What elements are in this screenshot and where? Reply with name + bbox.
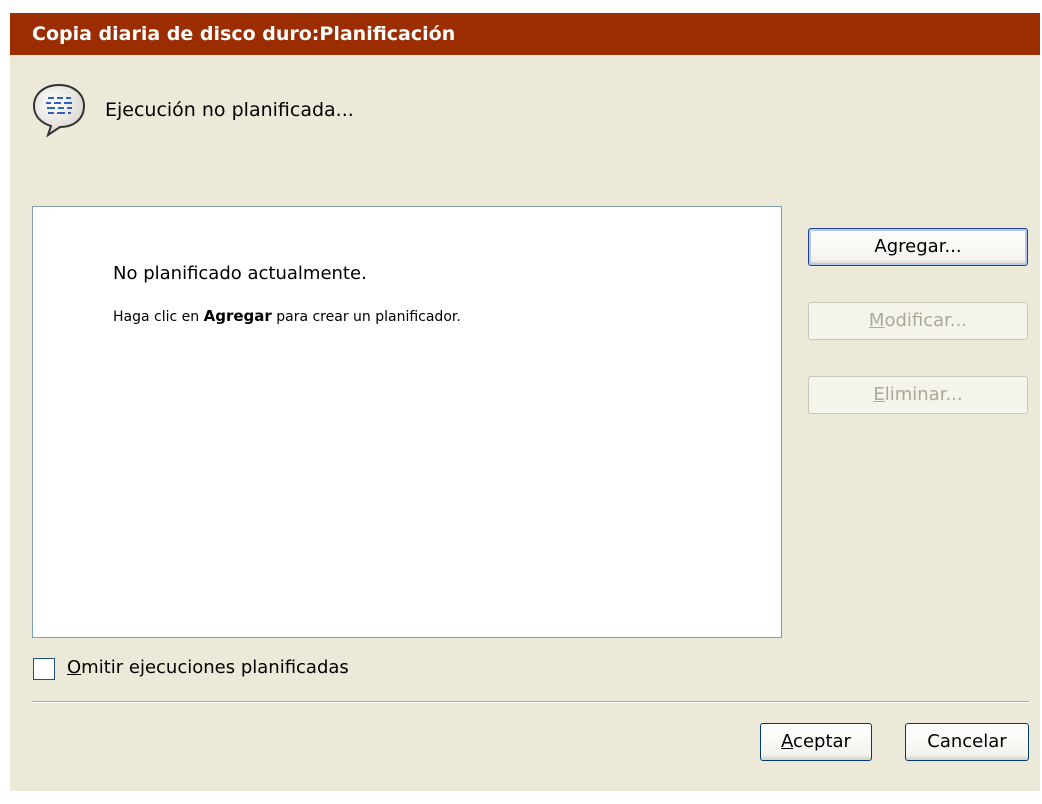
skip-label-key: O [67,657,82,678]
hint-suffix: para crear un planificador. [271,309,461,325]
skip-label-post: mitir ejecuciones planificadas [81,657,349,678]
ok-label-key: A [781,731,794,752]
dialog-title: Copia diaria de disco duro:Planificación [10,13,1040,55]
add-label-post: regar... [898,236,962,257]
add-label-key: g [886,236,899,257]
delete-label-key: E [873,384,885,405]
schedule-dialog: Copia diaria de disco duro:Planificación… [10,13,1040,791]
no-schedule-message: No planificado actualmente. [113,263,367,284]
modify-label-key: M [868,310,885,331]
skip-scheduled-checkbox[interactable] [33,658,55,680]
add-label-pre: A [874,236,887,257]
speech-bubble-icon [30,81,88,139]
add-schedule-hint: Haga clic en Agregar para crear un plani… [113,307,461,325]
delete-label-post: liminar... [884,384,963,405]
schedule-status-text: Ejecución no planificada... [105,99,354,121]
modify-button[interactable]: Modificar... [808,302,1028,340]
ok-label-post: ceptar [793,731,851,752]
skip-scheduled-label[interactable]: Omitir ejecuciones planificadas [67,657,349,678]
modify-label-post: odificar... [884,310,968,331]
add-button[interactable]: Agregar... [808,228,1028,266]
ok-button[interactable]: Aceptar [760,723,872,761]
hint-bold-add: Agregar [203,307,272,325]
cancel-button[interactable]: Cancelar [905,723,1029,761]
schedule-list-panel[interactable]: No planificado actualmente. Haga clic en… [32,206,782,638]
hint-prefix: Haga clic en [113,309,204,325]
delete-button[interactable]: Eliminar... [808,376,1028,414]
footer-divider [32,701,1029,703]
